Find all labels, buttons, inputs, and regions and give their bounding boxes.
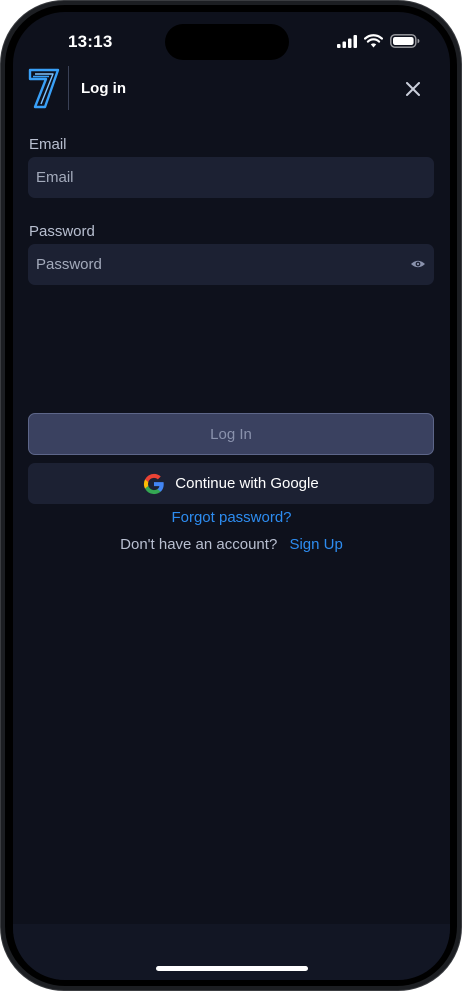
dynamic-island [165, 24, 289, 60]
page-title: Log in [81, 80, 126, 97]
password-field[interactable] [28, 244, 434, 285]
signup-link[interactable]: Sign Up [289, 536, 342, 553]
forgot-password-link[interactable]: Forgot password? [13, 509, 450, 526]
header: Log in [13, 64, 450, 114]
email-field[interactable] [28, 157, 434, 198]
seven-logo-icon [28, 68, 60, 109]
bottom-bar [13, 924, 450, 980]
google-signin-button[interactable]: Continue with Google [28, 463, 434, 504]
status-icons [337, 34, 420, 48]
email-label: Email [29, 136, 67, 153]
signal-icon [337, 34, 357, 48]
status-time: 13:13 [68, 32, 113, 51]
google-button-label: Continue with Google [175, 475, 319, 492]
header-divider [68, 66, 69, 110]
signup-row: Don't have an account? Sign Up [13, 536, 450, 553]
eye-icon[interactable] [410, 256, 426, 272]
google-icon [144, 473, 164, 494]
close-button[interactable] [402, 78, 424, 100]
password-label: Password [29, 223, 95, 240]
login-button[interactable]: Log In [28, 413, 434, 455]
signup-prompt: Don't have an account? [120, 536, 278, 553]
app-screen: 13:13 Log in Email Email Password Log In… [13, 12, 450, 980]
password-field-container [28, 244, 434, 285]
close-icon [406, 82, 420, 96]
email-field-container [28, 157, 434, 198]
wifi-icon [364, 34, 383, 48]
battery-icon [390, 34, 420, 48]
home-indicator[interactable] [156, 966, 308, 971]
